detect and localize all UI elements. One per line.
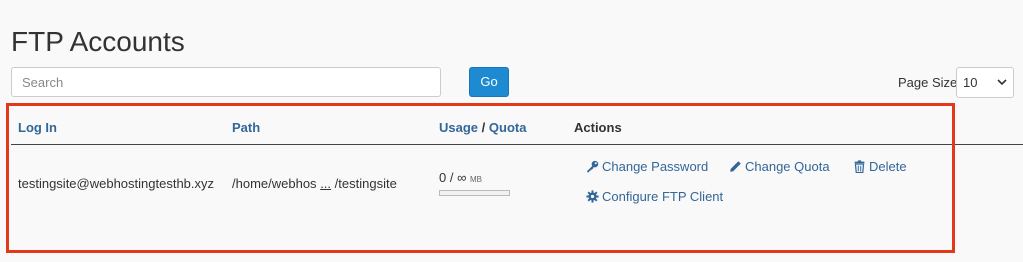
column-usage-header[interactable]: Usage xyxy=(439,120,478,135)
usage-progress-bar xyxy=(439,190,510,196)
column-login-header[interactable]: Log In xyxy=(18,120,57,135)
column-quota-header[interactable]: Quota xyxy=(489,120,527,135)
ftp-accounts-table: Log In Path Usage / Quota Actions testin… xyxy=(11,108,1023,225)
pencil-icon xyxy=(730,161,741,172)
change-password-link[interactable]: Change Password xyxy=(586,159,708,174)
page-title: FTP Accounts xyxy=(11,26,185,57)
change-quota-link[interactable]: Change Quota xyxy=(729,159,830,174)
delete-label: Delete xyxy=(869,159,907,174)
table-header: Log In Path Usage / Quota Actions xyxy=(11,108,1023,145)
change-password-label: Change Password xyxy=(602,159,709,174)
column-separator: / xyxy=(481,120,486,135)
path-end: /testingsite xyxy=(334,176,397,191)
configure-ftp-client-link[interactable]: Configure FTP Client xyxy=(586,189,723,204)
usage-cell: 0 / ∞ MB xyxy=(439,170,482,185)
path-expand-link[interactable]: ... xyxy=(320,176,331,191)
usage-unit: MB xyxy=(469,175,482,184)
column-actions-header: Actions xyxy=(574,120,622,135)
search-input[interactable] xyxy=(11,67,441,97)
change-quota-label: Change Quota xyxy=(745,159,830,174)
login-cell: testingsite@webhostingtesthb.xyz xyxy=(18,176,215,191)
page-size-label: Page Size xyxy=(898,75,958,90)
delete-link[interactable]: Delete xyxy=(853,159,907,174)
path-cell: /home/webhos ... /testingsite xyxy=(232,176,397,191)
key-icon xyxy=(587,160,599,173)
column-usage-quota-header: Usage / Quota xyxy=(439,120,526,135)
configure-ftp-client-label: Configure FTP Client xyxy=(602,189,724,204)
gear-icon xyxy=(586,190,599,203)
path-start: /home/webhos xyxy=(232,176,317,191)
column-path-header[interactable]: Path xyxy=(232,120,260,135)
go-button[interactable]: Go xyxy=(469,67,509,97)
usage-text: 0 / ∞ xyxy=(439,170,467,185)
page-size-select[interactable]: 10 xyxy=(956,67,1014,98)
table-row: testingsite@webhostingtesthb.xyz /home/w… xyxy=(11,145,1023,225)
page-size-value: 10 xyxy=(963,75,978,90)
chevron-down-icon xyxy=(997,79,1007,86)
trash-icon xyxy=(854,160,865,173)
